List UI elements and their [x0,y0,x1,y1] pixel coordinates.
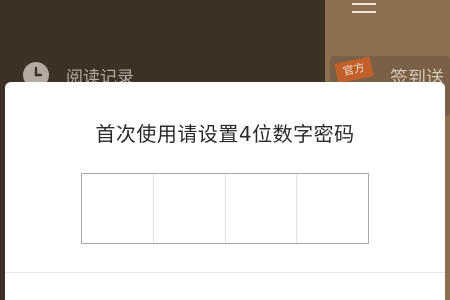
pin-digit-2[interactable] [154,174,226,243]
dialog-divider [5,272,445,273]
pin-digit-1[interactable] [82,174,154,243]
dialog-title: 首次使用请设置4位数字密码 [95,122,355,146]
screen: 官方 签到送 阅读记录 首次使用请设置4位数字密码 [0,0,450,300]
pin-input-group[interactable] [81,173,369,244]
pin-digit-3[interactable] [226,174,298,243]
menu-icon [352,3,376,13]
set-pin-dialog: 首次使用请设置4位数字密码 [5,82,445,300]
pin-digit-4[interactable] [297,174,368,243]
